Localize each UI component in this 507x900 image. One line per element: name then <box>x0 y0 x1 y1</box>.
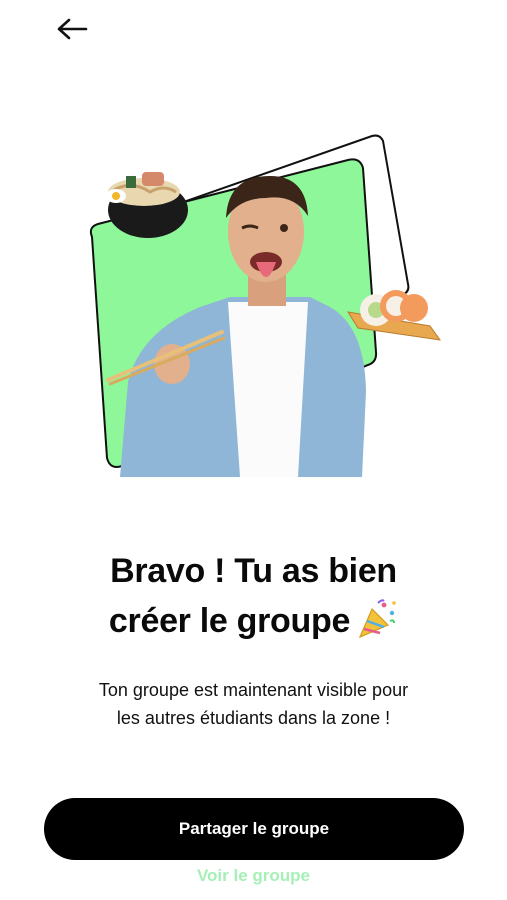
share-group-button-label: Partager le groupe <box>178 819 330 838</box>
arrow-left-icon <box>57 18 88 40</box>
view-group-link[interactable]: Voir le groupe <box>150 866 357 892</box>
hero-illustration <box>89 134 442 477</box>
share-group-button[interactable]: Partager le groupe <box>44 798 464 860</box>
back-button[interactable] <box>48 12 96 46</box>
ramen-bowl-icon <box>106 172 188 238</box>
title-line-1: Bravo ! Tu as bien <box>110 552 397 590</box>
subtitle-line-2: les autres étudiants dans la zone ! <box>116 708 391 728</box>
title-line-2-text: créer le groupe <box>108 602 351 640</box>
group-created-screen: Bravo ! Tu as bien créer le groupe Ton g… <box>0 0 507 900</box>
page-subtitle: Ton groupe est maintenant visible pour l… <box>50 676 457 732</box>
title-line-2: créer le groupe <box>40 596 467 646</box>
subtitle-line-1: Ton groupe est maintenant visible pour <box>98 680 409 700</box>
page-title: Bravo ! Tu as bien créer le groupe <box>40 546 467 646</box>
party-popper-icon <box>358 599 396 639</box>
